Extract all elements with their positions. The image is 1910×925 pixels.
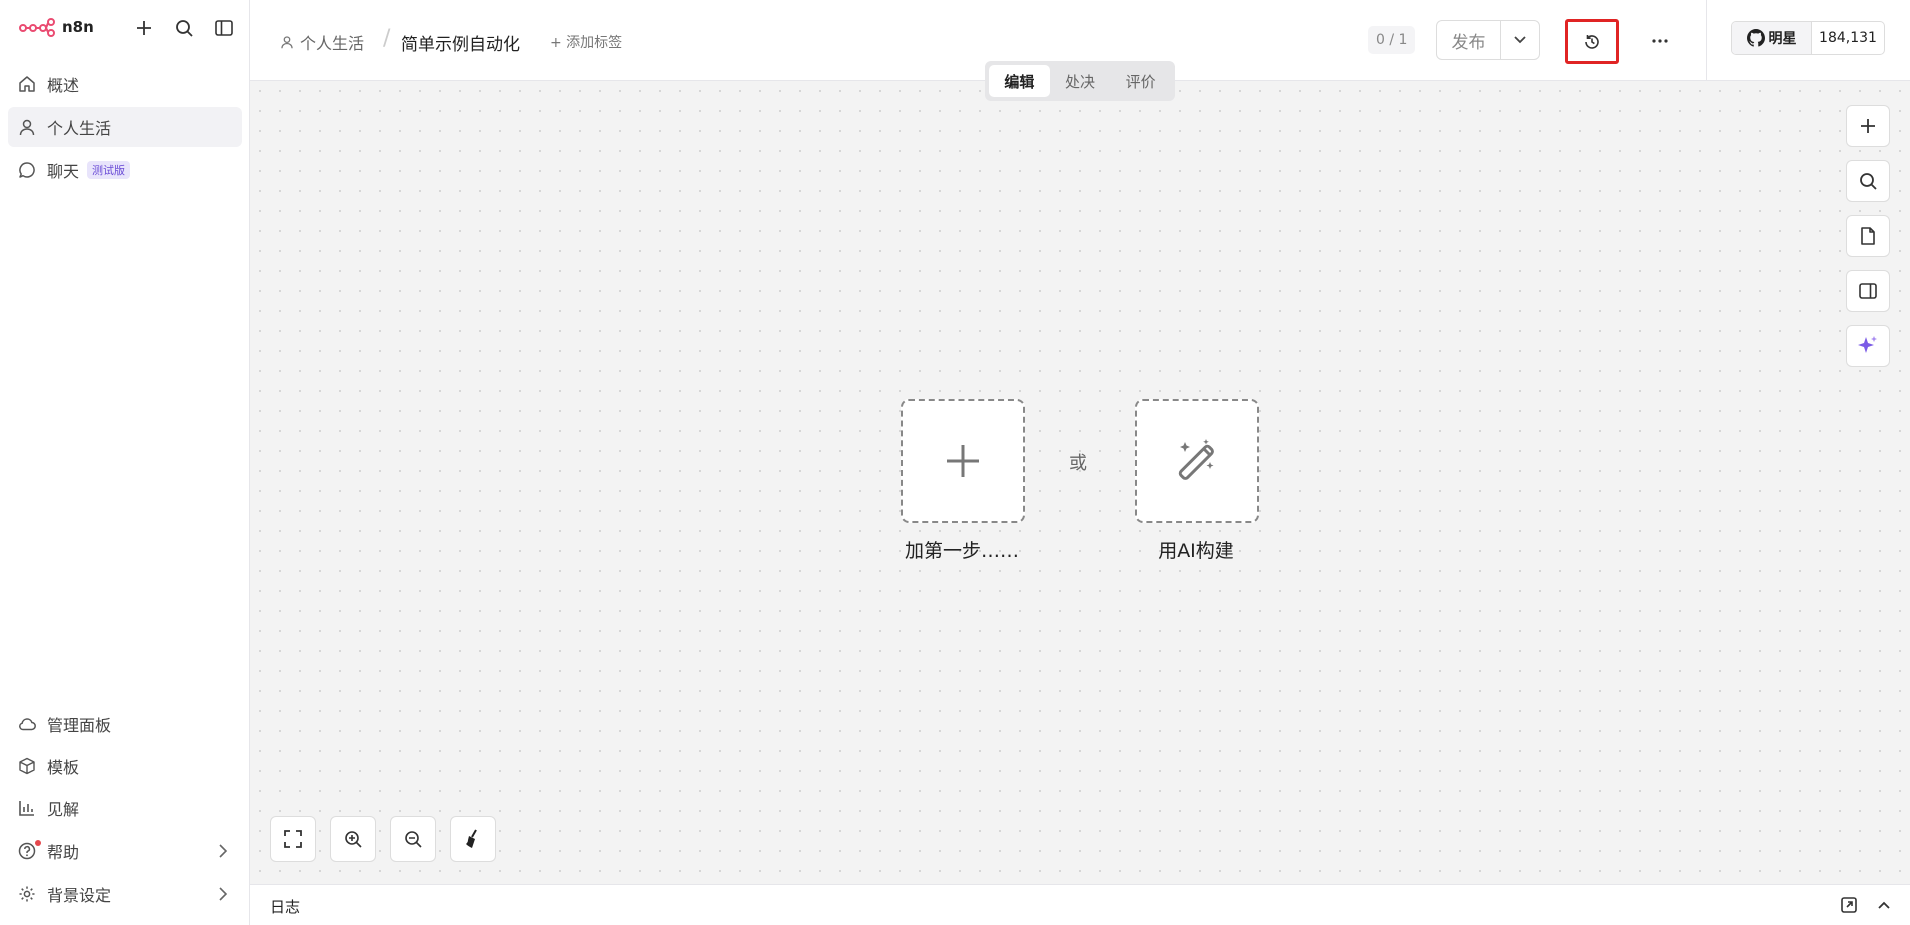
zoom-out-icon bbox=[405, 831, 422, 848]
add-first-step-label: 加第一步…… bbox=[904, 540, 1019, 562]
plus-icon bbox=[137, 21, 151, 35]
search-icon bbox=[176, 20, 193, 37]
tab-editor[interactable]: 编辑 bbox=[989, 65, 1050, 97]
nav-admin-panel[interactable]: 管理面板 bbox=[8, 704, 242, 744]
tab-evaluations[interactable]: 评价 bbox=[1110, 65, 1171, 97]
sparkle-icon bbox=[1858, 336, 1877, 353]
chevron-up-icon[interactable] bbox=[1876, 896, 1892, 914]
nav-personal-label: 个人生活 bbox=[47, 119, 112, 138]
workflow-history-button[interactable] bbox=[1565, 19, 1619, 64]
nav-chat-label: 聊天 bbox=[47, 162, 80, 181]
github-star-group[interactable]: 明星 184,131 bbox=[1731, 21, 1885, 55]
plus-icon bbox=[947, 445, 979, 477]
build-with-ai-label: 用AI构建 bbox=[1158, 540, 1234, 562]
n8n-logo-icon bbox=[19, 18, 55, 37]
sidebar-toggle-icon bbox=[215, 20, 233, 36]
logs-title: 日志 bbox=[270, 898, 301, 916]
logo-text: n8n bbox=[62, 18, 94, 36]
add-first-step-button[interactable] bbox=[901, 399, 1025, 523]
add-node-button[interactable] bbox=[1846, 105, 1890, 147]
ai-assistant-button[interactable] bbox=[1846, 325, 1890, 367]
github-star-count: 184,131 bbox=[1819, 30, 1877, 46]
user-icon bbox=[280, 35, 294, 49]
sidebar-top: n8n bbox=[0, 0, 250, 56]
tab-executions[interactable]: 处决 bbox=[1050, 65, 1111, 97]
add-tag-button[interactable]: + 添加标签 bbox=[550, 32, 622, 52]
nav-help-label: 帮助 bbox=[47, 843, 80, 862]
help-notification-dot bbox=[35, 840, 41, 846]
canvas-bottom-toolbar bbox=[270, 816, 510, 862]
plus-icon bbox=[1861, 119, 1875, 133]
chevron-right-icon bbox=[218, 886, 228, 906]
search-button[interactable] bbox=[172, 16, 196, 40]
user-icon bbox=[18, 118, 36, 136]
nav-personal[interactable]: 个人生活 bbox=[8, 107, 242, 147]
cloud-icon bbox=[18, 715, 36, 733]
chevron-down-icon bbox=[1514, 36, 1526, 44]
more-options-button[interactable] bbox=[1645, 26, 1675, 56]
nav-insights-label: 见解 bbox=[47, 800, 80, 819]
breadcrumb-separator: / bbox=[383, 26, 391, 51]
version-counter: 0 / 1 bbox=[1368, 26, 1416, 54]
publish-dropdown-button[interactable] bbox=[1501, 21, 1539, 59]
panel-right-icon bbox=[1859, 283, 1877, 299]
logo[interactable]: n8n bbox=[18, 17, 94, 37]
chevron-right-icon bbox=[218, 843, 228, 863]
box-icon bbox=[18, 757, 36, 775]
nav-templates-label: 模板 bbox=[47, 758, 80, 777]
nav-insights[interactable]: 见解 bbox=[8, 788, 242, 828]
app-root: n8n 概述 个人生活 聊天 测试版 管理面板 模板 见解 帮助 背景设定 个人… bbox=[0, 0, 1910, 925]
canvas-right-toolbar bbox=[1846, 105, 1890, 380]
zoom-in-icon bbox=[345, 831, 362, 848]
publish-group: 发布 bbox=[1436, 20, 1540, 60]
magic-wand-icon bbox=[1178, 439, 1214, 480]
tidy-up-button[interactable] bbox=[450, 816, 496, 862]
chat-icon bbox=[18, 161, 36, 179]
nav-overview-label: 概述 bbox=[47, 76, 80, 95]
bar-chart-icon bbox=[18, 799, 36, 817]
logs-panel[interactable]: 日志 bbox=[250, 884, 1910, 925]
history-icon bbox=[1585, 34, 1599, 49]
help-icon bbox=[18, 842, 36, 860]
more-horizontal-icon bbox=[1652, 39, 1668, 43]
nav-help[interactable]: 帮助 bbox=[8, 831, 242, 871]
or-separator: 或 bbox=[1069, 453, 1087, 474]
nav-chat[interactable]: 聊天 测试版 bbox=[8, 150, 242, 190]
github-icon bbox=[1746, 29, 1765, 47]
nav-admin-panel-label: 管理面板 bbox=[47, 716, 112, 735]
gear-icon bbox=[18, 885, 36, 903]
breadcrumb-project-label: 个人生活 bbox=[300, 34, 365, 53]
zoom-out-button[interactable] bbox=[390, 816, 436, 862]
toggle-panel-button[interactable] bbox=[1846, 270, 1890, 312]
nav-settings[interactable]: 背景设定 bbox=[8, 874, 242, 914]
github-star-label: 明星 bbox=[1768, 31, 1797, 47]
create-button[interactable] bbox=[132, 16, 156, 40]
home-icon bbox=[18, 75, 36, 93]
sidebar: n8n 概述 个人生活 聊天 测试版 管理面板 模板 见解 帮助 背景设定 bbox=[0, 0, 250, 925]
header-divider bbox=[1706, 0, 1707, 80]
fit-view-button[interactable] bbox=[270, 816, 316, 862]
nav-settings-label: 背景设定 bbox=[47, 886, 112, 905]
broom-icon bbox=[466, 829, 477, 848]
search-icon bbox=[1860, 173, 1877, 190]
breadcrumb-project[interactable]: 个人生活 bbox=[280, 30, 364, 54]
sticky-note-icon bbox=[1861, 227, 1875, 245]
beta-badge: 测试版 bbox=[87, 161, 131, 179]
pop-out-icon[interactable] bbox=[1840, 896, 1858, 914]
nav-overview[interactable]: 概述 bbox=[8, 64, 242, 104]
workflow-name[interactable]: 简单示例自动化 bbox=[401, 30, 520, 55]
github-star-button[interactable]: 明星 bbox=[1732, 22, 1812, 54]
nav-templates[interactable]: 模板 bbox=[8, 746, 242, 786]
search-nodes-button[interactable] bbox=[1846, 160, 1890, 202]
publish-button[interactable]: 发布 bbox=[1437, 21, 1501, 59]
toggle-sidebar-button[interactable] bbox=[212, 16, 236, 40]
build-with-ai-button[interactable] bbox=[1135, 399, 1259, 523]
workflow-canvas[interactable]: 编辑 处决 评价 加第一步…… 或 用AI构建 bbox=[250, 61, 1910, 884]
zoom-in-button[interactable] bbox=[330, 816, 376, 862]
mode-tabs: 编辑 处决 评价 bbox=[985, 61, 1175, 101]
sticky-note-button[interactable] bbox=[1846, 215, 1890, 257]
fullscreen-icon bbox=[284, 830, 302, 848]
